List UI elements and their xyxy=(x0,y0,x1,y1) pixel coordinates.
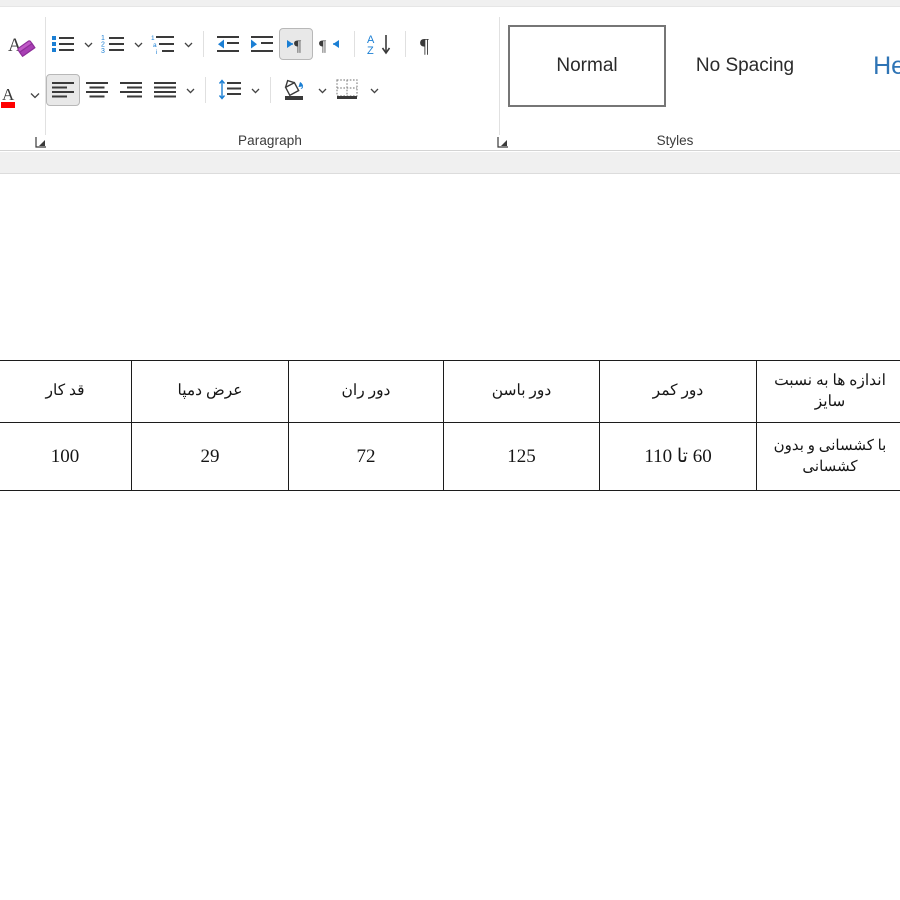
font-color-icon: A xyxy=(1,85,15,108)
font-color-dropdown-chevron[interactable] xyxy=(28,88,42,102)
size-table-wrapper: اندازه ها به نسبت سایز دور کمر دور باسن … xyxy=(0,360,900,491)
table-cell: 29 xyxy=(131,422,289,491)
decrease-indent-icon xyxy=(217,36,239,52)
font-group-partial: A A xyxy=(0,14,45,144)
svg-text:1: 1 xyxy=(151,35,155,42)
paragraph-group: 1 2 3 1 a i ¶ ¶ A Z ¶ Paragraph xyxy=(35,14,508,158)
divider xyxy=(354,31,355,57)
table-header-cell: اندازه ها به نسبت سایز xyxy=(756,360,900,423)
justify-button[interactable] xyxy=(148,74,182,106)
shading-dropdown-chevron[interactable] xyxy=(314,75,330,105)
style-item-no-spacing[interactable]: No Spacing xyxy=(666,25,824,107)
justify-icon xyxy=(154,82,176,98)
styles-group: Normal No Spacing Head Styles xyxy=(500,14,900,158)
svg-text:¶: ¶ xyxy=(294,38,302,55)
numbering-dropdown-chevron[interactable] xyxy=(130,29,146,59)
show-hide-formatting-marks-button[interactable]: ¶ xyxy=(413,28,443,60)
bullets-button[interactable] xyxy=(46,28,80,60)
right-to-left-icon: ¶ xyxy=(287,38,302,55)
multilevel-list-button[interactable]: 1 a i xyxy=(146,28,180,60)
table-cell: 100 xyxy=(0,422,132,491)
numbering-button[interactable]: 1 2 3 xyxy=(96,28,130,60)
style-item-label: Head xyxy=(873,51,900,80)
decrease-indent-button[interactable] xyxy=(211,28,245,60)
borders-dropdown-chevron[interactable] xyxy=(366,75,382,105)
table-row: با کشسانی و بدون کشسانی 60 تا 110 125 72… xyxy=(0,422,900,491)
clear-formatting-icon: A xyxy=(8,35,36,58)
right-to-left-text-direction-button[interactable]: ¶ xyxy=(279,28,313,60)
svg-text:A: A xyxy=(2,85,15,104)
table-cell: 60 تا 110 xyxy=(599,422,757,491)
pilcrow-icon: ¶ xyxy=(420,35,429,56)
align-right-button[interactable] xyxy=(114,74,148,106)
style-item-label: No Spacing xyxy=(695,55,795,76)
borders-button[interactable] xyxy=(330,74,366,106)
styles-gallery: Normal No Spacing Head xyxy=(508,25,900,107)
document-canvas[interactable]: اندازه ها به نسبت سایز دور کمر دور باسن … xyxy=(0,175,900,900)
svg-text:3: 3 xyxy=(101,48,105,55)
left-to-right-icon: ¶ xyxy=(319,38,339,55)
table-header-cell: قد کار xyxy=(0,360,132,423)
bullets-icon xyxy=(52,36,74,52)
ruler-band[interactable] xyxy=(0,152,900,174)
size-table[interactable]: اندازه ها به نسبت سایز دور کمر دور باسن … xyxy=(0,360,900,491)
style-item-label: Normal xyxy=(556,55,618,76)
paragraph-dialog-launcher-left[interactable] xyxy=(34,135,50,151)
svg-text:a: a xyxy=(153,42,157,49)
align-left-button[interactable] xyxy=(46,74,80,106)
multilevel-list-dropdown-chevron[interactable] xyxy=(180,29,196,59)
svg-text:¶: ¶ xyxy=(420,35,429,56)
table-cell: با کشسانی و بدون کشسانی xyxy=(756,422,900,491)
left-to-right-text-direction-button[interactable]: ¶ xyxy=(313,28,347,60)
table-cell: 125 xyxy=(443,422,600,491)
table-header-row: اندازه ها به نسبت سایز دور کمر دور باسن … xyxy=(0,360,900,423)
ribbon: A A 1 2 3 1 a i ¶ ¶ A Z ¶ Paragraph Norm… xyxy=(0,7,900,151)
style-item-heading-1[interactable]: Head xyxy=(824,25,900,107)
divider xyxy=(205,77,206,103)
numbering-icon: 1 2 3 xyxy=(101,35,124,55)
divider xyxy=(405,31,406,57)
divider xyxy=(270,77,271,103)
increase-indent-button[interactable] xyxy=(245,28,279,60)
align-left-icon xyxy=(52,82,74,98)
table-header-cell: دور کمر xyxy=(599,360,757,423)
clear-all-formatting-button[interactable]: A xyxy=(4,30,40,64)
paragraph-group-label: Paragraph xyxy=(238,133,302,148)
word-window: A A 1 2 3 1 a i ¶ ¶ A Z ¶ Paragraph Norm… xyxy=(0,0,900,900)
align-right-icon xyxy=(120,82,142,98)
line-spacing-button[interactable] xyxy=(213,74,247,106)
svg-text:i: i xyxy=(156,49,157,55)
align-center-icon xyxy=(86,82,108,98)
table-cell: 72 xyxy=(288,422,444,491)
line-spacing-dropdown-chevron[interactable] xyxy=(247,75,263,105)
sort-button[interactable]: A Z xyxy=(362,28,398,60)
shading-button[interactable] xyxy=(278,74,314,106)
table-header-cell: دور باسن xyxy=(443,360,600,423)
borders-icon xyxy=(336,79,358,99)
sort-az-icon: A Z xyxy=(367,34,391,56)
font-color-button[interactable]: A xyxy=(0,78,28,112)
increase-indent-icon xyxy=(251,36,273,52)
svg-text:Z: Z xyxy=(367,45,374,56)
line-spacing-icon xyxy=(218,79,241,100)
justify-dropdown-chevron[interactable] xyxy=(182,75,198,105)
multilevel-list-icon: 1 a i xyxy=(151,35,174,55)
bullets-dropdown-chevron[interactable] xyxy=(80,29,96,59)
align-center-button[interactable] xyxy=(80,74,114,106)
window-top-strip xyxy=(0,0,900,7)
svg-text:¶: ¶ xyxy=(319,38,327,55)
table-header-cell: دور ران xyxy=(288,360,444,423)
styles-group-label: Styles xyxy=(656,133,694,148)
paint-bucket-icon xyxy=(284,79,304,100)
divider xyxy=(203,31,204,57)
table-header-cell: عرض دمپا xyxy=(131,360,289,423)
style-item-normal[interactable]: Normal xyxy=(508,25,666,107)
